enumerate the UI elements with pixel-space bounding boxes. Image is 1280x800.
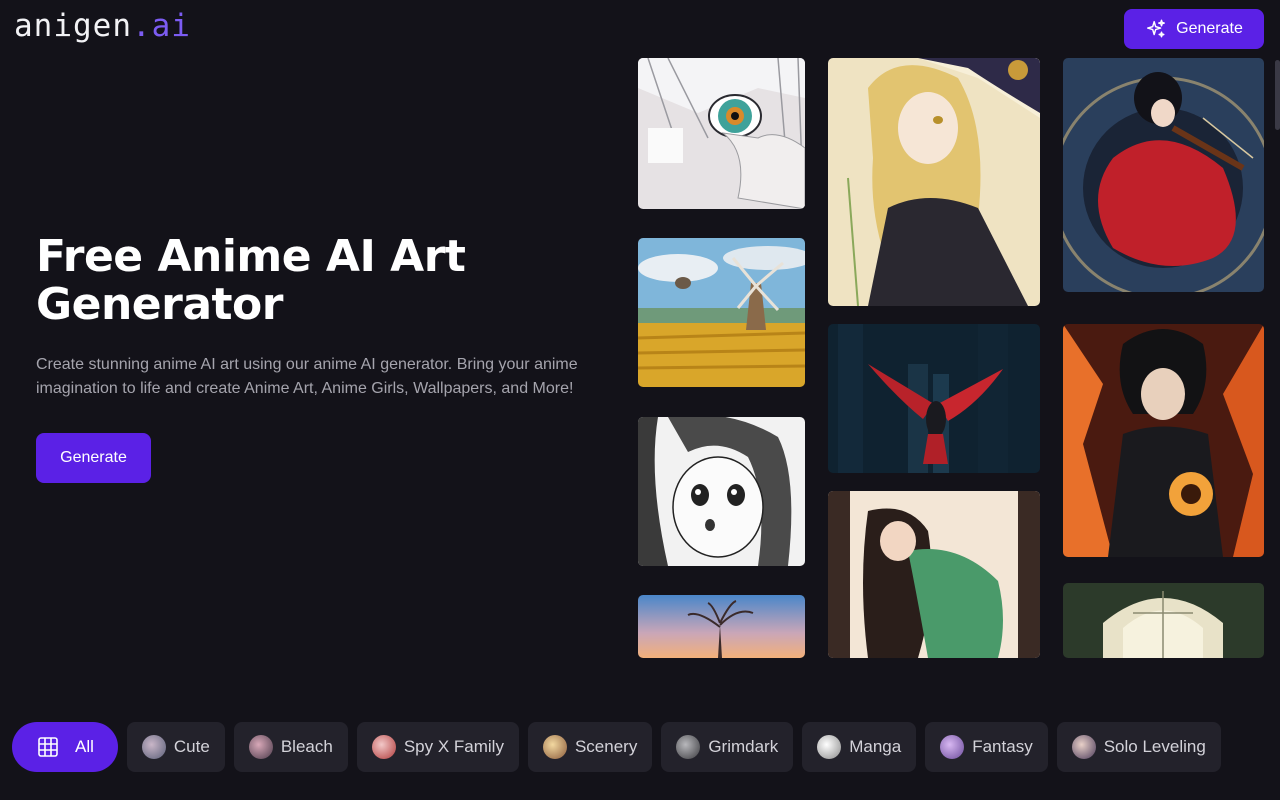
grimdark-thumb-icon: [676, 735, 701, 759]
category-label: Solo Leveling: [1103, 737, 1206, 756]
category-all[interactable]: All: [12, 722, 118, 772]
gallery-image-manga-girl[interactable]: [638, 417, 805, 566]
hero-description: Create stunning anime AI art using our a…: [36, 356, 578, 397]
logo-main: anigen: [14, 8, 132, 44]
category-label: Manga: [849, 737, 902, 756]
category-spy-x-family[interactable]: Spy X Family: [356, 722, 519, 772]
fantasy-thumb-icon: [940, 735, 965, 759]
page: anigen.ai Generate Free Anime AI Art Gen…: [0, 0, 1280, 800]
logo-accent: .ai: [131, 8, 191, 44]
gallery-image-cathedral[interactable]: [1063, 583, 1264, 658]
gallery-image-green-dress-girl[interactable]: [828, 491, 1040, 658]
gallery-image-blonde-witch[interactable]: [828, 58, 1040, 306]
category-scenery[interactable]: Scenery: [527, 722, 653, 772]
hero-title: Free Anime AI Art Generator: [36, 231, 466, 330]
category-solo-leveling[interactable]: Solo Leveling: [1056, 722, 1221, 772]
gallery-image-eye-closeup[interactable]: [638, 58, 805, 209]
category-label: Bleach: [280, 737, 333, 756]
category-label: Cute: [173, 737, 210, 756]
hero-generate-button[interactable]: Generate: [36, 433, 151, 483]
manga-thumb-icon: [817, 735, 842, 759]
category-label: Fantasy: [972, 737, 1033, 756]
page-scrollbar[interactable]: [1275, 60, 1280, 130]
solo-leveling-thumb-icon: [1071, 735, 1096, 759]
category-filter-bar: All Cute Bleach Spy X Family Scenery Gri…: [12, 722, 1221, 772]
category-manga[interactable]: Manga: [802, 722, 917, 772]
scenery-thumb-icon: [542, 735, 567, 759]
category-label: Grimdark: [708, 737, 779, 756]
category-cute[interactable]: Cute: [126, 722, 225, 772]
gallery-image-fire-magic-boy[interactable]: [1063, 324, 1264, 557]
bleach-thumb-icon: [248, 735, 273, 759]
category-bleach[interactable]: Bleach: [233, 722, 348, 772]
category-label: Scenery: [574, 737, 638, 756]
logo[interactable]: anigen.ai: [14, 8, 191, 44]
category-grimdark[interactable]: Grimdark: [661, 722, 794, 772]
category-fantasy[interactable]: Fantasy: [925, 722, 1048, 772]
gallery-image-windmill-field[interactable]: [638, 238, 805, 387]
grid-icon: [38, 737, 58, 757]
gallery-image-violin-girl[interactable]: [1063, 58, 1264, 292]
sparkles-icon: [1147, 19, 1166, 38]
spy-x-family-thumb-icon: [371, 735, 396, 759]
gallery-image-sunset-tree[interactable]: [638, 595, 805, 658]
cute-thumb-icon: [141, 735, 166, 759]
gallery-image-red-crow[interactable]: [828, 324, 1040, 473]
image-gallery: [638, 58, 1264, 658]
category-label: All: [75, 737, 94, 756]
header-generate-label: Generate: [1176, 20, 1243, 37]
category-label: Spy X Family: [403, 737, 504, 756]
header-generate-button[interactable]: Generate: [1124, 9, 1264, 49]
